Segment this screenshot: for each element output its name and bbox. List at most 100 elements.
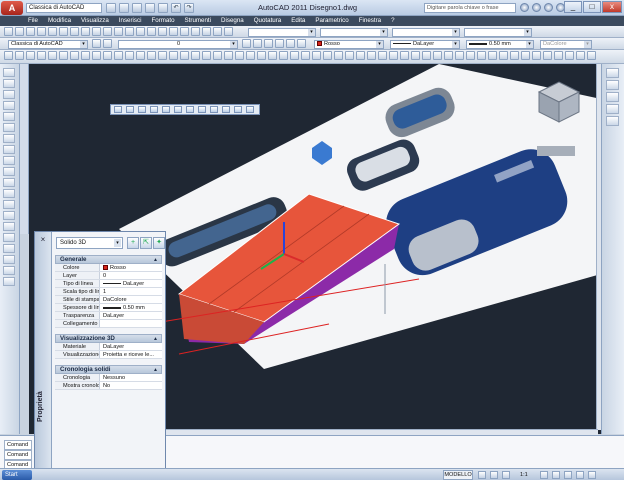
toolbar-tool-icon[interactable]	[378, 51, 387, 60]
prop-row[interactable]: Layer 0	[55, 272, 162, 280]
view-tool-icon[interactable]	[138, 106, 146, 113]
menu-quotatura[interactable]: Quotatura	[249, 16, 287, 26]
draw-tool-icon[interactable]	[3, 211, 15, 220]
toolbar-tool-icon[interactable]	[444, 51, 453, 60]
color-combo[interactable]: Rosso ▾	[314, 40, 384, 49]
modify-tool-icon[interactable]	[606, 116, 619, 126]
toolbar-tool-icon[interactable]	[180, 51, 189, 60]
style-combo[interactable]: ▾	[248, 28, 316, 37]
new-icon[interactable]	[106, 3, 116, 13]
toolbar-tool-icon[interactable]	[345, 51, 354, 60]
object-type-select[interactable]: Solido 3D ▾	[56, 237, 123, 249]
toolbar-tool-icon[interactable]	[279, 51, 288, 60]
layer-state-icon[interactable]	[286, 39, 295, 48]
prop-row[interactable]: Trasparenza DaLayer	[55, 312, 162, 320]
toolbar-tool-icon[interactable]	[37, 51, 46, 60]
modify-tool-icon[interactable]	[606, 104, 619, 114]
section-header-visualizzazione-3d[interactable]: Visualizzazione 3D ▲	[55, 334, 162, 343]
toolbar-tool-icon[interactable]	[224, 51, 233, 60]
communication-icon[interactable]	[544, 3, 553, 12]
save-icon[interactable]	[132, 3, 142, 13]
view-tool-icon[interactable]	[234, 106, 242, 113]
prop-row[interactable]: Scala tipo di linea1	[55, 288, 162, 296]
toolbar-tool-icon[interactable]	[136, 51, 145, 60]
annotation-icon[interactable]	[502, 471, 510, 479]
layer-state-icon[interactable]	[297, 39, 306, 48]
draw-tool-icon[interactable]	[3, 112, 15, 121]
toolbar-tool-icon[interactable]	[169, 27, 178, 36]
toolbar-tool-icon[interactable]	[26, 51, 35, 60]
draw-tool-icon[interactable]	[3, 79, 15, 88]
draw-tool-icon[interactable]	[3, 266, 15, 275]
workspace-switch-icon[interactable]	[540, 471, 548, 479]
toolbar-tool-icon[interactable]	[202, 51, 211, 60]
toolbar-tool-icon[interactable]	[213, 51, 222, 60]
quick-select-icon[interactable]: ✦	[153, 237, 165, 249]
section-header-generale[interactable]: Generale ▲	[55, 255, 162, 264]
save-as-icon[interactable]	[145, 3, 155, 13]
toolbar-tool-icon[interactable]	[477, 51, 486, 60]
toolbar-tool-icon[interactable]	[367, 51, 376, 60]
draw-tool-icon[interactable]	[3, 101, 15, 110]
layer-state-icon[interactable]	[242, 39, 251, 48]
modify-tool-icon[interactable]	[606, 68, 619, 78]
toolbar-tool-icon[interactable]	[576, 51, 585, 60]
menu-strumenti[interactable]: Strumenti	[180, 16, 216, 26]
toolbar-tool-icon[interactable]	[169, 51, 178, 60]
toolbar-tool-icon[interactable]	[499, 51, 508, 60]
draw-tool-icon[interactable]	[3, 255, 15, 264]
toolbar-tool-icon[interactable]	[147, 51, 156, 60]
toolbar-tool-icon[interactable]	[103, 51, 112, 60]
view-tool-icon[interactable]	[162, 106, 170, 113]
view-tool-icon[interactable]	[114, 106, 122, 113]
close-icon[interactable]: ×	[38, 235, 48, 245]
menu-parametrico[interactable]: Parametrico	[310, 16, 353, 26]
toolbar-tool-icon[interactable]	[257, 51, 266, 60]
draw-tool-icon[interactable]	[3, 222, 15, 231]
menu-inserisci[interactable]: Inserisci	[114, 16, 147, 26]
draw-tool-icon[interactable]	[3, 123, 15, 132]
tablestyle-combo[interactable]: ▾	[392, 28, 460, 37]
toolbar-tool-icon[interactable]	[191, 51, 200, 60]
toolbar-tool-icon[interactable]	[4, 51, 13, 60]
layer-state-icon[interactable]	[275, 39, 284, 48]
toolbar-tool-icon[interactable]	[312, 51, 321, 60]
toolbar-tool-icon[interactable]	[37, 27, 46, 36]
toolbar-tool-icon[interactable]	[532, 51, 541, 60]
toolbar-tool-icon[interactable]	[400, 51, 409, 60]
draw-tool-icon[interactable]	[3, 167, 15, 176]
model-tab[interactable]: MODELLO	[443, 470, 473, 480]
toolbar-tool-icon[interactable]	[543, 51, 552, 60]
toolbar-tool-icon[interactable]	[81, 27, 90, 36]
menu-finestra[interactable]: Finestra	[354, 16, 386, 26]
prop-row[interactable]: Cronologia Nessuno	[55, 374, 162, 382]
prop-row[interactable]: Stile di stampa DaColore	[55, 296, 162, 304]
maximize-button[interactable]: □	[583, 1, 601, 13]
toolbar-tool-icon[interactable]	[224, 27, 233, 36]
section-header-cronologia-solidi[interactable]: Cronologia solidi ▲	[55, 365, 162, 374]
menu-visualizza[interactable]: Visualizza	[76, 16, 114, 26]
toolbar-tool-icon[interactable]	[521, 51, 530, 60]
menu-modifica[interactable]: Modifica	[43, 16, 76, 26]
isolate-icon[interactable]	[576, 471, 584, 479]
toolbar-tool-icon[interactable]	[15, 51, 24, 60]
toolbar-tool-icon[interactable]	[213, 27, 222, 36]
draw-tool-icon[interactable]	[3, 277, 15, 286]
workspace-combo[interactable]: Classica di AutoCAD ▾	[8, 40, 88, 49]
toolbar-tool-icon[interactable]	[587, 51, 596, 60]
menu-help[interactable]: ?	[386, 16, 399, 26]
menu-edita[interactable]: Edita	[286, 16, 310, 26]
layer-tool-icon[interactable]	[103, 39, 112, 48]
toolbar-tool-icon[interactable]	[158, 27, 167, 36]
menu-formato[interactable]: Formato	[146, 16, 179, 26]
select-objects-icon[interactable]: ⇱	[140, 237, 152, 249]
toolbar-tool-icon[interactable]	[114, 51, 123, 60]
modify-tool-icon[interactable]	[606, 92, 619, 102]
draw-tool-icon[interactable]	[3, 244, 15, 253]
plotstyle-combo[interactable]: DaColore ▾	[540, 40, 592, 49]
toolbar-tool-icon[interactable]	[466, 51, 475, 60]
draw-tool-icon[interactable]	[3, 233, 15, 242]
view-tool-icon[interactable]	[174, 106, 182, 113]
wcs-menu-button[interactable]	[537, 146, 575, 156]
toolbar-tool-icon[interactable]	[411, 51, 420, 60]
